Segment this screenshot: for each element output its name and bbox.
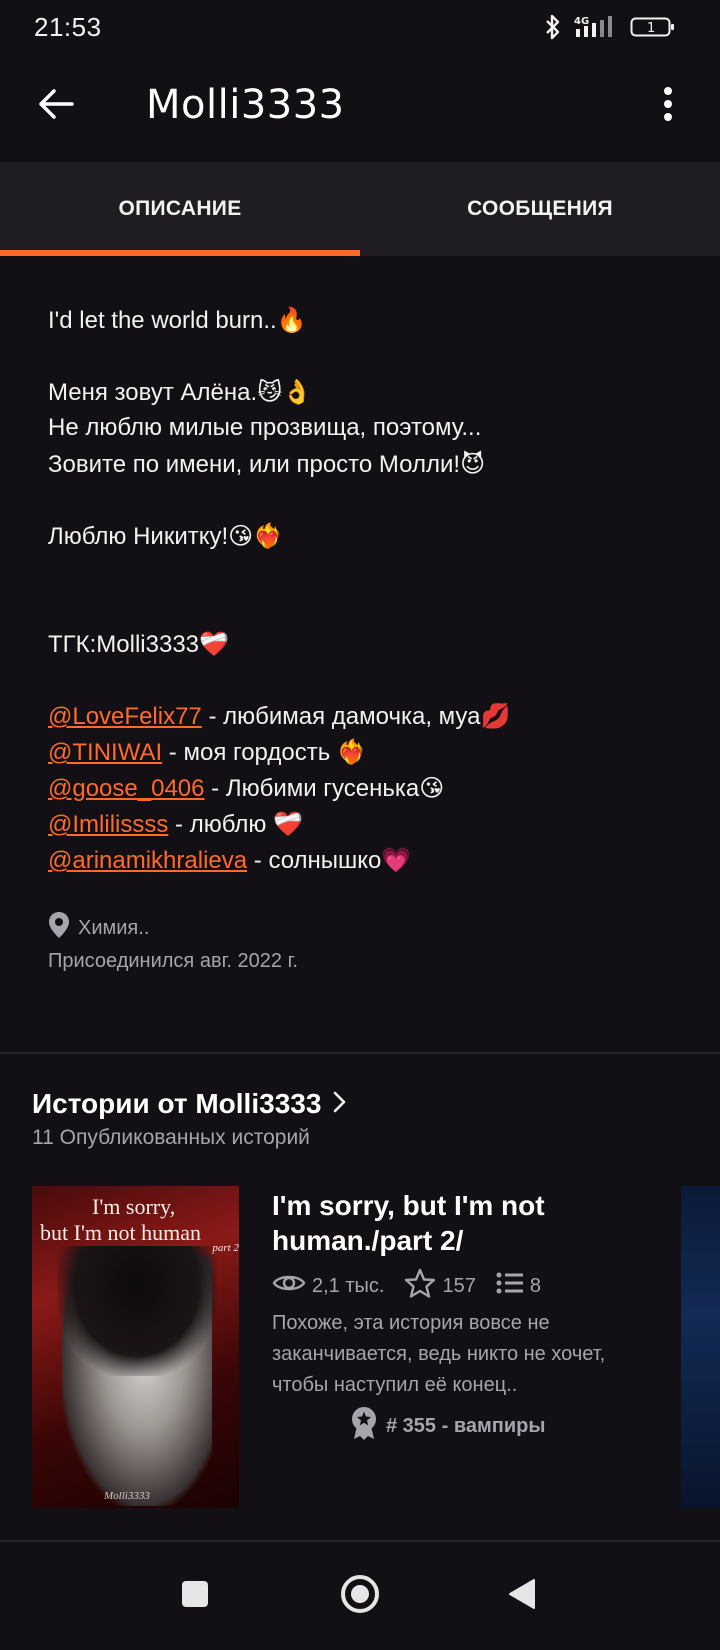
back-nav-button[interactable] (500, 1574, 544, 1618)
home-circle-icon (339, 1573, 381, 1620)
stories-count: 11 Опубликованных историй (32, 1126, 310, 1149)
mention-text: - моя гордость (162, 739, 337, 766)
bio-text: ТГК:Molli3333 (48, 631, 200, 658)
active-tab-indicator (0, 250, 360, 256)
story-title[interactable]: I'm sorry, but I'm not human./part 2/ (272, 1188, 672, 1258)
list-icon (496, 1272, 524, 1300)
story-rank[interactable]: # 355 - вампиры (350, 1406, 545, 1446)
eye-icon (272, 1272, 306, 1300)
signal-icon: 4G (572, 13, 620, 41)
bio-line: Люблю Никитку!😘❤️‍🔥 (48, 518, 688, 554)
bio-line: I'd let the world burn..🔥 (48, 302, 688, 338)
status-time: 21:53 (34, 12, 102, 42)
mention-link[interactable]: @goose_0406 (48, 775, 205, 802)
ranking-badge-icon (350, 1406, 378, 1446)
cover-hair (57, 1246, 217, 1376)
mention-text: - люблю (168, 811, 274, 838)
battery-icon: 1 (630, 14, 676, 40)
mention-text: - солнышко (247, 847, 382, 874)
bio-text: Люблю Никитку! (48, 523, 229, 550)
more-options-button[interactable] (656, 84, 680, 128)
cover-author: Molli3333 (104, 1490, 150, 1502)
devil-emoji: 😈 (460, 450, 486, 478)
mention-line: @goose_0406 - Любими гусенька😘 (48, 770, 688, 806)
votes-stat: 157 (404, 1268, 476, 1304)
mention-link[interactable]: @LoveFelix77 (48, 703, 202, 730)
bio-line: ТГК:Molli3333❤️‍🩹 (48, 626, 688, 662)
network-type: 4G (574, 16, 589, 27)
bio-text: Зовите по имени, или просто Молли! (48, 451, 461, 478)
mention-line: @TINIWAI - моя гордость ❤️‍🔥 (48, 734, 688, 770)
mending-heart-emoji: ❤️‍🩹 (273, 810, 303, 838)
next-story-cover[interactable] (681, 1186, 720, 1508)
mention-text: - Любими гусенька (204, 775, 420, 802)
section-divider (0, 1052, 720, 1054)
parts-stat: 8 (496, 1272, 541, 1300)
fire-emoji: 🔥 (276, 306, 307, 334)
heart-emoji: ❤️‍🩹 (199, 630, 229, 658)
system-nav-bar (0, 1542, 720, 1650)
tab-description[interactable]: ОПИСАНИЕ (0, 162, 360, 256)
stories-header[interactable]: Истории от Molli3333 (32, 1088, 347, 1120)
kiss-heart-emoji: 😘❤️‍🔥 (228, 522, 284, 550)
lips-emoji: 💋 (480, 702, 511, 730)
story-cover[interactable]: I'm sorry, but I'm not human part 2 Moll… (32, 1186, 239, 1508)
bio-line: Меня зовут Алёна.😼👌 (48, 374, 688, 410)
story-description: Похоже, эта история вовсе не заканчивает… (272, 1312, 606, 1396)
recents-button[interactable] (173, 1574, 217, 1618)
chevron-right-icon (331, 1090, 347, 1119)
mention-line: @arinamikhralieva - солнышко💗 (48, 842, 688, 878)
heart-fire-emoji: ❤️‍🔥 (336, 738, 367, 766)
mention-link[interactable]: @Imlilissss (48, 811, 168, 838)
status-bar: 21:53 4G 1 (0, 0, 720, 54)
more-vertical-icon (663, 86, 673, 127)
profile-bio: I'd let the world burn..🔥 Меня зовут Алё… (48, 302, 688, 878)
mention-link[interactable]: @TINIWAI (48, 739, 162, 766)
location-text: Химия.. (78, 916, 150, 939)
parts-count: 8 (529, 1274, 541, 1297)
pink-heart-emoji: 💗 (381, 846, 412, 874)
app-bar: Molli3333 (0, 54, 720, 162)
cover-text: but I'm not human (40, 1220, 202, 1245)
location-pin-icon (48, 911, 70, 945)
stories-title: Истории от Molli3333 (32, 1088, 322, 1119)
bio-line: Не люблю милые прозвища, поэтому... (48, 410, 688, 446)
bluetooth-icon (544, 13, 562, 41)
cover-text: part 2 (212, 1242, 239, 1254)
join-date: Присоединился авг. 2022 г. (48, 950, 298, 972)
reads-count: 2,1 тыс. (312, 1274, 385, 1297)
mention-text: - любимая дамочка, муа (201, 703, 481, 730)
bio-text: Не люблю милые прозвища, поэтому... (48, 414, 482, 441)
kiss-emoji: 😘 (419, 774, 445, 802)
back-button[interactable] (34, 84, 78, 128)
location: Химия.. (48, 912, 688, 944)
mention-line: @LoveFelix77 - любимая дамочка, муа💋 (48, 698, 688, 734)
tab-messages[interactable]: СООБЩЕНИЯ (360, 162, 720, 256)
bio-text: I'd let the world burn.. (48, 307, 277, 334)
bio-text: Меня зовут Алёна. (48, 379, 258, 406)
star-icon (404, 1268, 436, 1304)
story-stats: 2,1 тыс. 157 8 (272, 1268, 561, 1304)
cat-ok-emoji: 😼👌 (257, 378, 313, 406)
page-title: Molli3333 (146, 82, 345, 128)
mention-link[interactable]: @arinamikhralieva (48, 847, 247, 874)
status-icons: 4G 1 (544, 12, 676, 42)
profile-meta: Химия.. Присоединился авг. 2022 г. (48, 912, 688, 976)
triangle-back-icon (507, 1577, 537, 1616)
reads-stat: 2,1 тыс. (272, 1272, 384, 1300)
battery-level: 1 (647, 21, 655, 36)
rank-text: # 355 - вампиры (386, 1414, 546, 1437)
cover-text: I'm sorry, (92, 1194, 176, 1219)
votes-count: 157 (442, 1274, 476, 1297)
arrow-left-icon (38, 88, 74, 125)
tab-bar: ОПИСАНИЕ СООБЩЕНИЯ (0, 162, 720, 256)
square-icon (180, 1579, 210, 1614)
bio-line: Зовите по имени, или просто Молли!😈 (48, 446, 688, 482)
home-button[interactable] (338, 1574, 382, 1618)
mention-line: @Imlilissss - люблю ❤️‍🩹 (48, 806, 688, 842)
